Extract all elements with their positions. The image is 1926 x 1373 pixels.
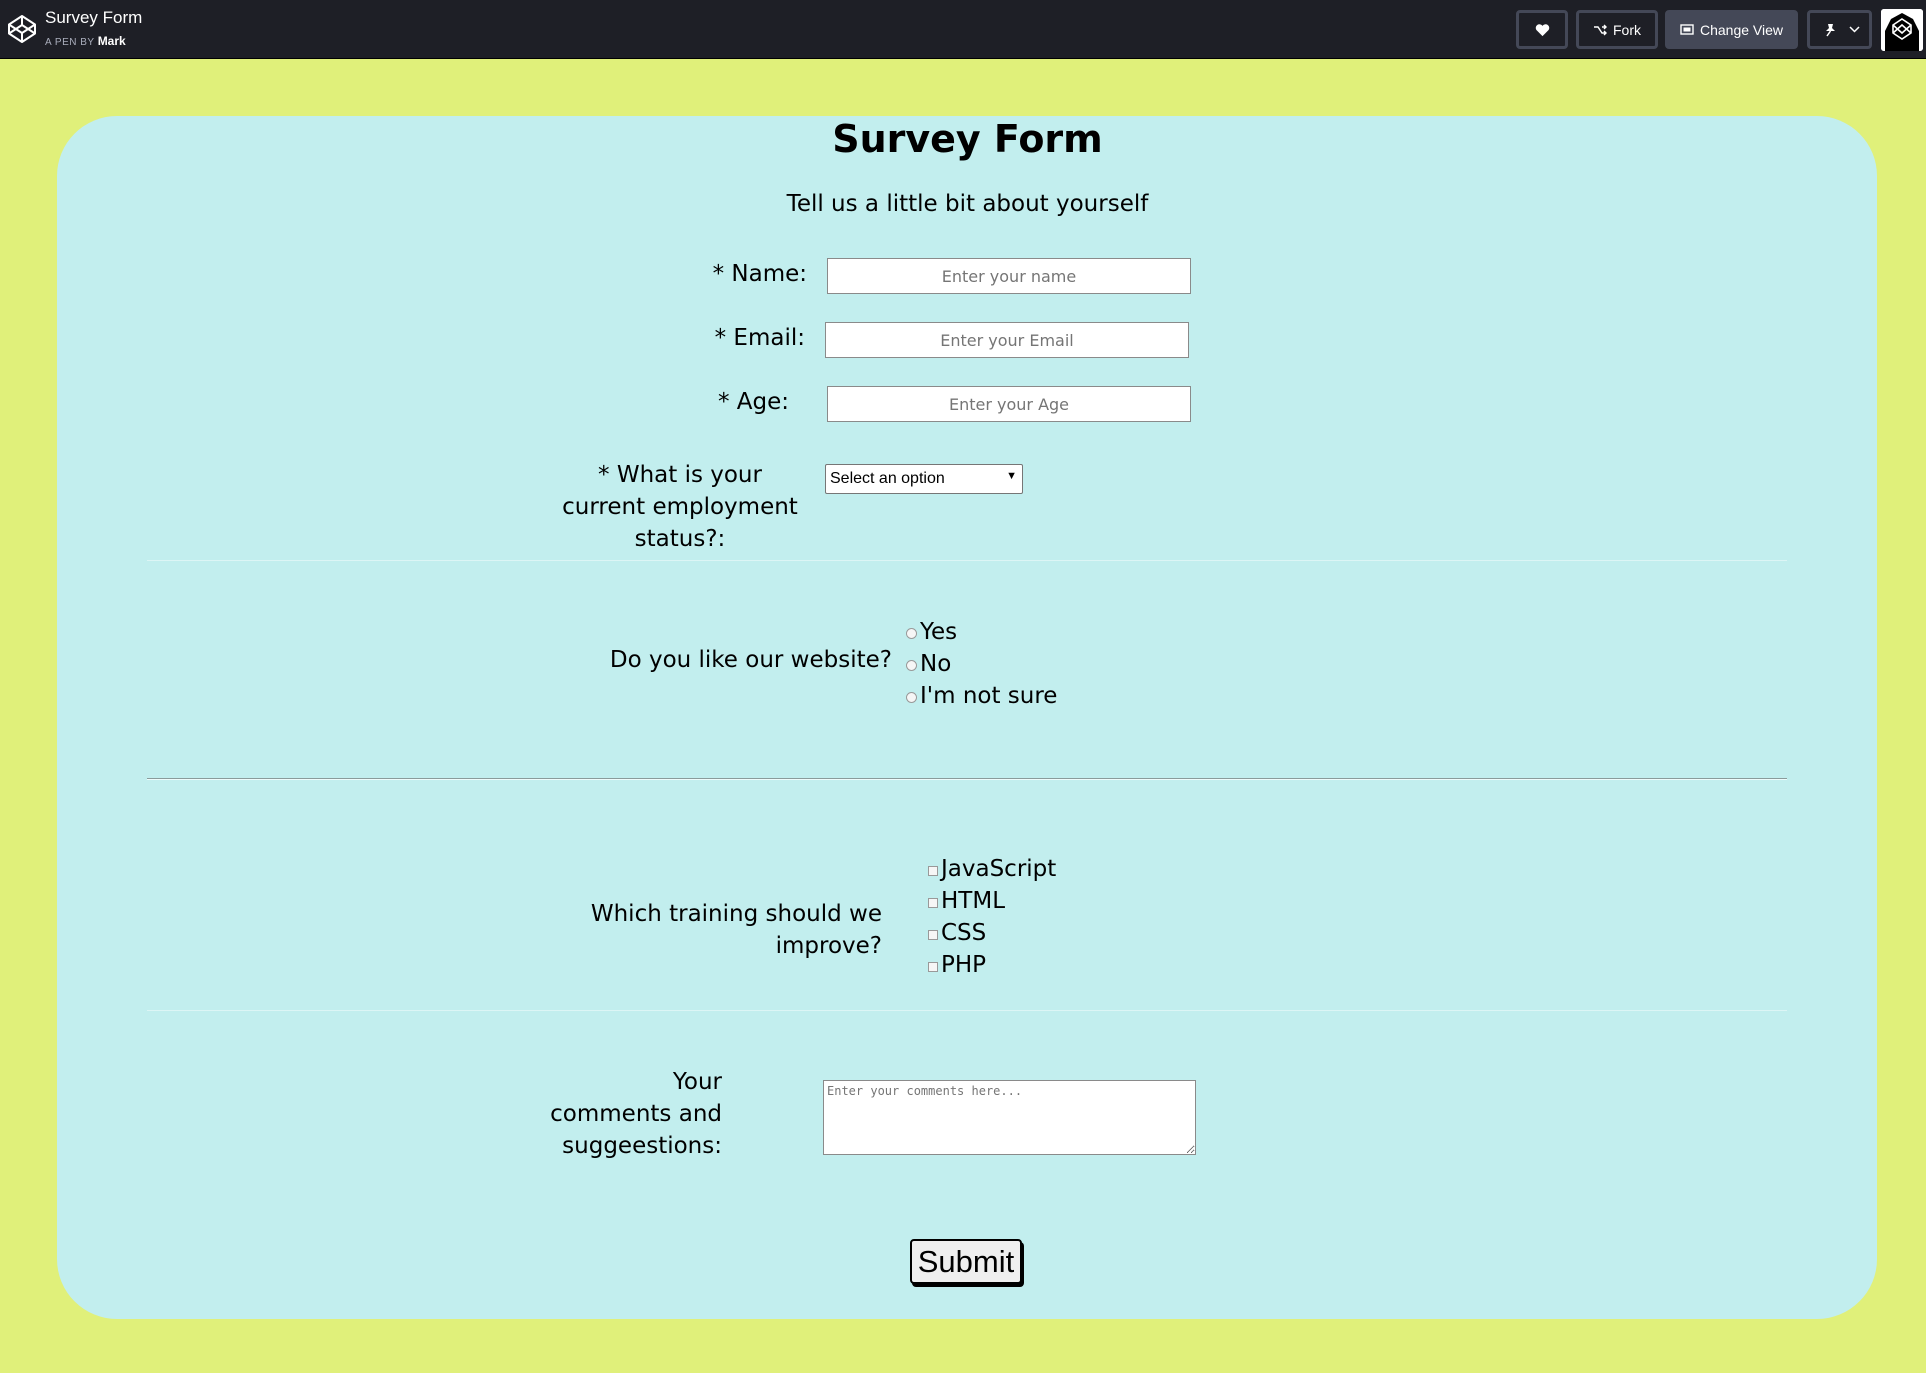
submit-button[interactable]: Submit xyxy=(910,1239,1022,1284)
divider xyxy=(147,560,1787,561)
author-link[interactable]: Mark xyxy=(98,34,126,48)
checkbox-option-html[interactable]: HTML xyxy=(928,885,1005,917)
pin-button[interactable] xyxy=(1807,10,1872,49)
checkbox[interactable] xyxy=(928,865,938,876)
radio-option-no[interactable]: No xyxy=(906,648,951,680)
change-view-button[interactable]: Change View xyxy=(1665,10,1798,49)
checkbox-label: JavaScript xyxy=(941,856,1057,882)
checkbox-option-css[interactable]: CSS xyxy=(928,917,986,949)
form-title: Survey Form xyxy=(832,117,1103,161)
comments-label-line: comments and xyxy=(550,1101,722,1127)
employment-label-line: current employment xyxy=(562,494,798,520)
pin-icon xyxy=(1826,23,1835,36)
checkbox[interactable] xyxy=(928,929,938,940)
form-description: Tell us a little bit about yourself xyxy=(786,191,1149,217)
fork-icon xyxy=(1594,24,1607,35)
name-label: * Name: xyxy=(712,261,807,287)
checkbox[interactable] xyxy=(928,897,938,908)
checkbox-label: HTML xyxy=(941,888,1006,914)
heart-icon xyxy=(1535,23,1549,36)
heart-button[interactable] xyxy=(1516,10,1568,49)
website-question-label: Do you like our website? xyxy=(609,647,892,673)
pen-title[interactable]: Survey Form xyxy=(45,8,142,28)
training-question-label: Which training should we improve? xyxy=(590,901,882,959)
employment-label: * What is your current employment status… xyxy=(540,459,820,555)
checkbox[interactable] xyxy=(928,961,938,972)
divider xyxy=(147,1010,1787,1011)
radio-label: I'm not sure xyxy=(920,683,1058,709)
email-input[interactable] xyxy=(825,322,1189,358)
age-label: * Age: xyxy=(717,389,789,415)
checkbox-label: PHP xyxy=(941,952,987,978)
checkbox-label: CSS xyxy=(941,920,987,946)
fork-button[interactable]: Fork xyxy=(1576,10,1658,49)
codepen-logo-icon[interactable] xyxy=(7,14,37,44)
checkbox-option-php[interactable]: PHP xyxy=(928,949,986,981)
chevron-down-icon[interactable] xyxy=(1849,26,1860,33)
change-view-icon xyxy=(1680,24,1694,35)
name-input[interactable] xyxy=(827,258,1191,294)
employment-select[interactable]: Select an option ▼ xyxy=(825,464,1023,494)
checkbox-option-javascript[interactable]: JavaScript xyxy=(928,853,1056,885)
radio-label: No xyxy=(920,651,952,677)
employment-label-line: * What is your xyxy=(598,462,762,488)
avatar[interactable] xyxy=(1881,9,1923,51)
comments-label-line: Your xyxy=(672,1069,722,1095)
employment-label-line: status?: xyxy=(634,526,726,552)
employment-selected-value: Select an option xyxy=(830,470,945,487)
divider xyxy=(147,778,1787,780)
codepen-header: Survey Form A PEN BY Mark Fork Change Vi… xyxy=(0,0,1926,59)
radio-button[interactable] xyxy=(906,692,917,703)
radio-button[interactable] xyxy=(906,660,917,671)
pen-author: A PEN BY Mark xyxy=(45,34,126,48)
age-input[interactable] xyxy=(827,386,1191,422)
email-label: * Email: xyxy=(714,325,805,351)
comments-textarea[interactable] xyxy=(823,1080,1196,1155)
avatar-image xyxy=(1881,9,1923,51)
radio-option-not-sure[interactable]: I'm not sure xyxy=(906,680,1057,712)
dropdown-arrow-icon: ▼ xyxy=(1006,470,1017,482)
comments-label-line: suggeestions: xyxy=(562,1133,722,1159)
change-view-label: Change View xyxy=(1699,21,1784,38)
radio-label: Yes xyxy=(920,619,958,645)
fork-label: Fork xyxy=(1613,21,1641,38)
radio-button[interactable] xyxy=(906,628,917,639)
radio-option-yes[interactable]: Yes xyxy=(906,616,957,648)
pen-by-label: A PEN BY xyxy=(45,37,95,48)
comments-label: Your comments and suggeestions: xyxy=(520,1066,722,1162)
